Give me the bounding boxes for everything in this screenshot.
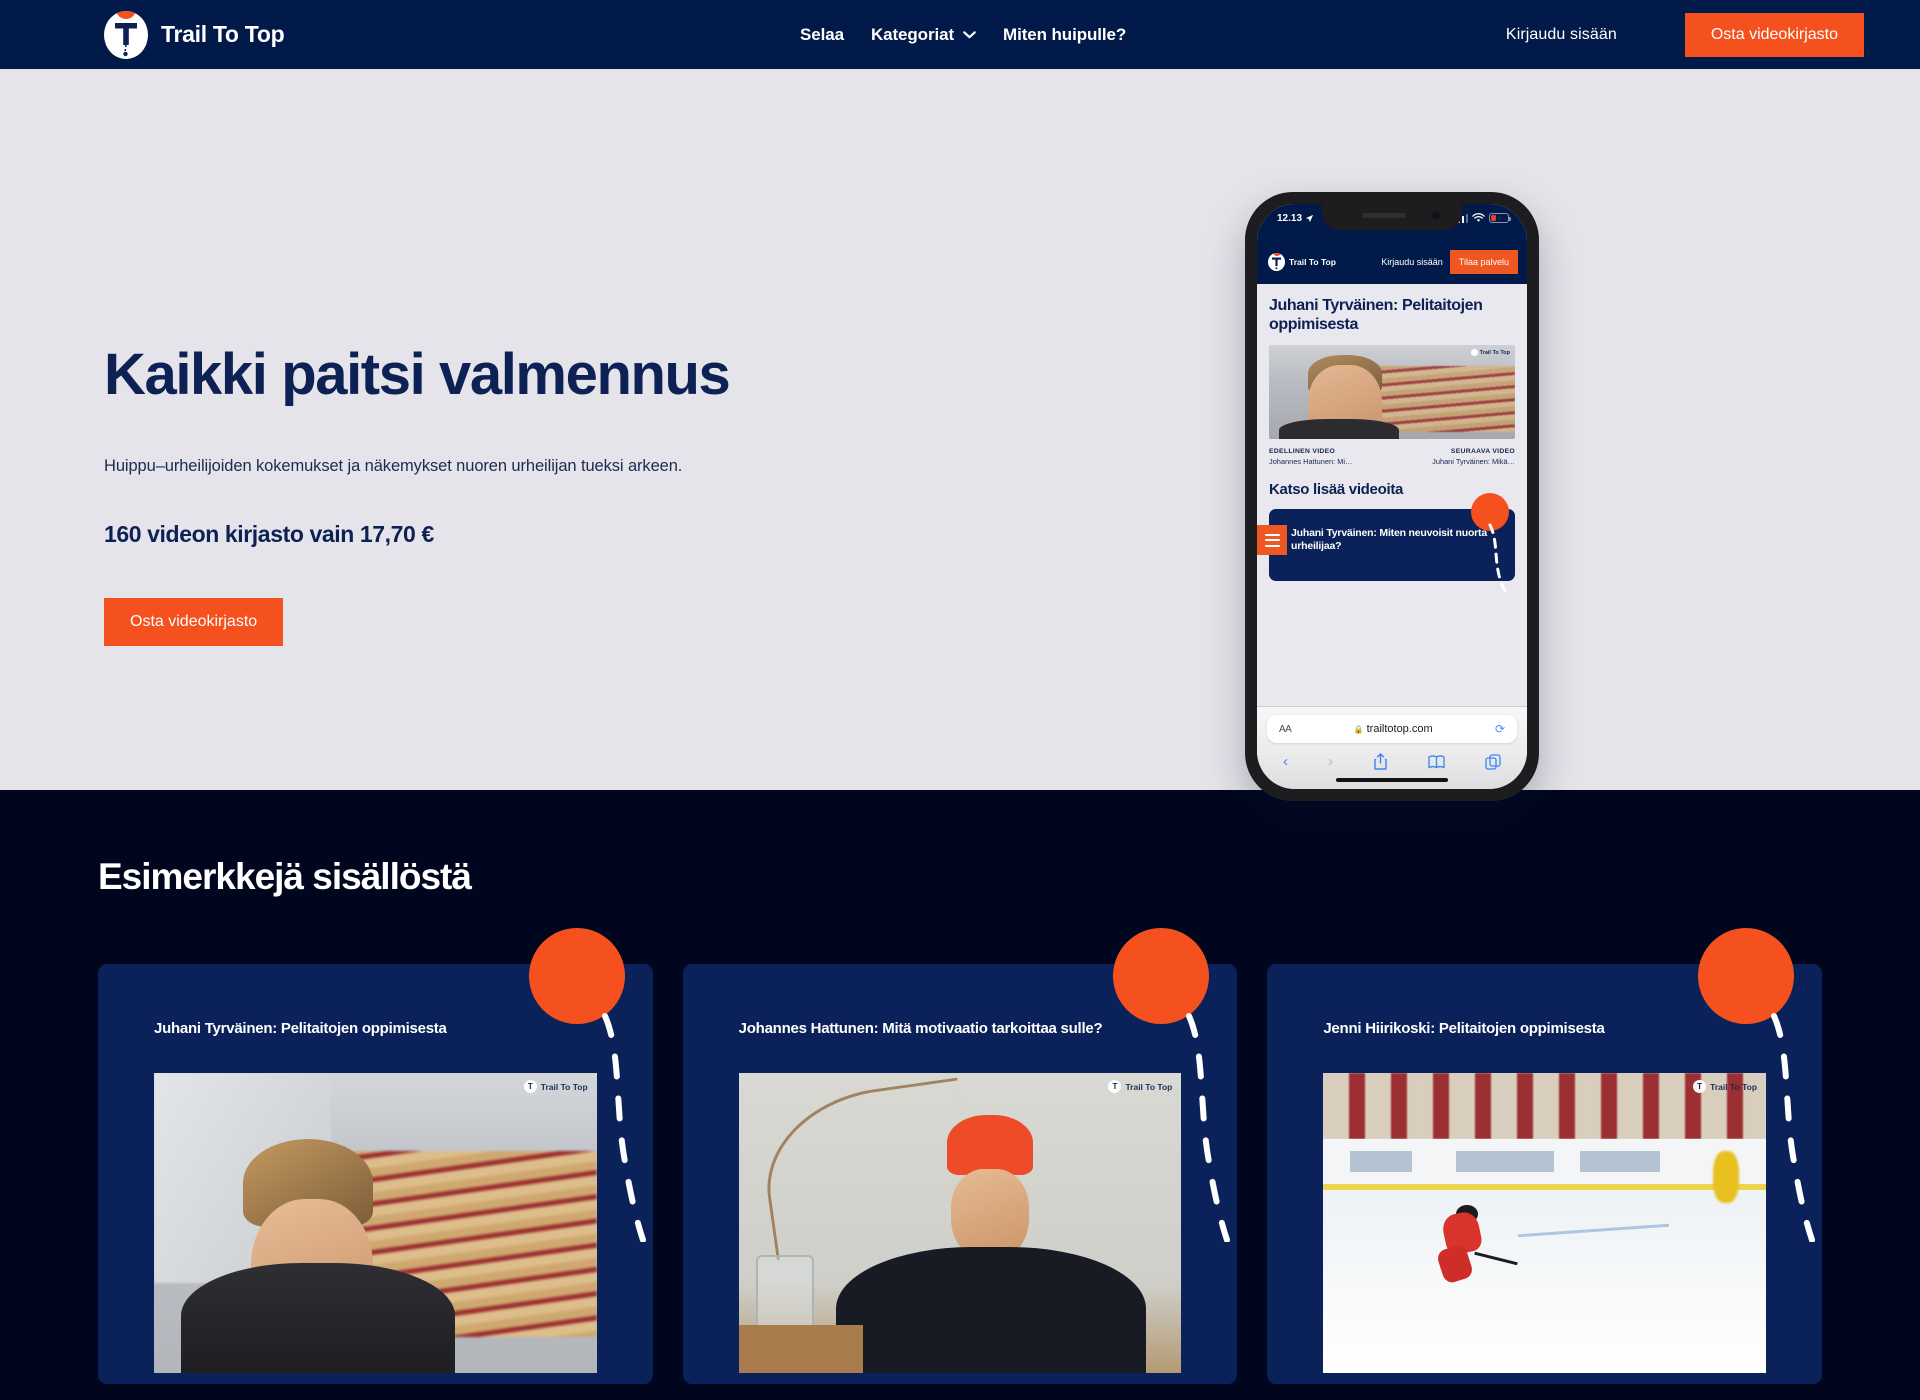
nav-item-label: Kategoriat [870, 24, 955, 44]
examples-section: Esimerkkejä sisällöstä Juhani Tyrväinen:… [0, 790, 1920, 1400]
phone-video-thumbnail[interactable]: Trail To Top [1269, 345, 1515, 440]
hero-price-line: 160 videon kirjasto vain 17,70 € [104, 520, 434, 547]
trail-to-top-logo-icon [1268, 253, 1285, 271]
url-text-group: 🔒 trailtotop.com [1291, 723, 1495, 735]
phone-screen: 12.13 Trail To Top Kirjaudu sisään Tilaa… [1257, 204, 1527, 789]
watermark-label: Trail To Top [1125, 1081, 1173, 1092]
dashed-trail-decoration [1186, 1013, 1231, 1242]
example-card-title: Johannes Hattunen: Mitä motivaatio tarko… [738, 1020, 1103, 1037]
hero-cta-wrap: Osta videokirjasto [104, 597, 864, 646]
battery-low-icon [1489, 213, 1511, 223]
header-actions: Kirjaudu sisään Osta videokirjasto [1506, 12, 1864, 57]
status-time: 12.13 [1277, 213, 1303, 224]
watermark-label: Trail To Top [1479, 349, 1510, 356]
back-button[interactable]: ‹ [1283, 754, 1288, 769]
example-card[interactable]: Jenni Hiirikoski: Pelitaitojen oppimises… [1267, 928, 1823, 1384]
hero-title: Kaikki paitsi valmennus [104, 342, 731, 407]
phone-brand-name: Trail To Top [1289, 257, 1336, 267]
next-video-link[interactable]: SEURAAVA VIDEO Juhani Tyrväinen: Mikä… [1397, 448, 1515, 466]
watermark-label: Trail To Top [540, 1081, 588, 1092]
location-arrow-icon [1305, 214, 1314, 223]
book-icon[interactable] [1428, 754, 1445, 769]
front-camera-icon [1431, 211, 1440, 220]
example-card-title: Jenni Hiirikoski: Pelitaitojen oppimises… [1323, 1020, 1605, 1037]
example-card-thumbnail[interactable]: T Trail To Top [1323, 1073, 1767, 1373]
example-card-title: Juhani Tyrväinen: Pelitaitojen oppimises… [154, 1020, 447, 1037]
previous-video-kicker: EDELLINEN VIDEO [1269, 448, 1336, 456]
hamburger-menu-icon[interactable] [1257, 525, 1287, 556]
watermark: Trail To Top [1470, 349, 1510, 357]
status-time-group: 12.13 [1277, 213, 1314, 224]
phone-subscribe-button[interactable]: Tilaa palvelu [1449, 249, 1518, 275]
wifi-icon [1472, 213, 1485, 222]
home-indicator [1336, 778, 1448, 782]
hero-subtitle: Huippu–urheilijoiden kokemukset ja näkem… [104, 456, 683, 475]
phone-frame: 12.13 Trail To Top Kirjaudu sisään Tilaa… [1245, 192, 1539, 801]
nav-item-label: Miten huipulle? [1003, 24, 1127, 44]
example-card[interactable]: Johannes Hattunen: Mitä motivaatio tarko… [682, 928, 1238, 1384]
phone-notch [1322, 204, 1462, 230]
text-size-button[interactable]: AA [1279, 724, 1292, 735]
phone-video-card[interactable]: Juhani Tyrväinen: Miten neuvoisit nuorta… [1257, 493, 1515, 594]
forward-button[interactable]: › [1328, 754, 1333, 769]
main-navigation: Selaa Kategoriat Miten huipulle? [800, 25, 1126, 45]
dashed-trail-decoration [1771, 1013, 1816, 1242]
phone-page-title: Juhani Tyrväinen: Pelitaitojen oppimises… [1269, 297, 1483, 334]
phone-login-link[interactable]: Kirjaudu sisään [1381, 257, 1443, 267]
address-bar[interactable]: AA 🔒 trailtotop.com ⟳ [1267, 715, 1517, 743]
hero-buy-button[interactable]: Osta videokirjasto [104, 597, 284, 646]
previous-video-title: Johannes Hattunen: Mi… [1269, 457, 1353, 467]
examples-title: Esimerkkejä sisällöstä [98, 856, 472, 897]
nav-item-selaa[interactable]: Selaa [800, 25, 844, 45]
buy-video-library-button[interactable]: Osta videokirjasto [1684, 12, 1864, 57]
brand-logo-link[interactable]: Trail To Top [104, 10, 285, 59]
lock-icon: 🔒 [1353, 724, 1364, 734]
example-card[interactable]: Juhani Tyrväinen: Pelitaitojen oppimises… [98, 928, 653, 1384]
hero-copy: Kaikki paitsi valmennus Huippu–urheilijo… [104, 342, 864, 646]
phone-navbar: Trail To Top Kirjaudu sisään Tilaa palve… [1257, 240, 1527, 284]
phone-video-pagination: EDELLINEN VIDEO Johannes Hattunen: Mi… S… [1269, 448, 1515, 466]
phone-brand-logo[interactable]: Trail To Top [1268, 253, 1336, 271]
example-card-thumbnail[interactable]: T Trail To Top [154, 1073, 597, 1373]
share-icon[interactable] [1373, 753, 1388, 770]
next-video-kicker: SEURAAVA VIDEO [1450, 448, 1515, 456]
chevron-down-icon [963, 30, 976, 38]
watermark-label: Trail To Top [1710, 1081, 1758, 1092]
orange-circle-decoration [1113, 928, 1210, 1024]
example-cards-grid: Juhani Tyrväinen: Pelitaitojen oppimises… [98, 928, 1823, 1384]
logo-t-glyph [115, 22, 137, 56]
dashed-trail-decoration [601, 1013, 646, 1242]
dashed-trail-decoration [1488, 523, 1508, 594]
phone-card-title: Juhani Tyrväinen: Miten neuvoisit nuorta… [1291, 527, 1487, 553]
watermark: T Trail To Top [1108, 1080, 1172, 1093]
brand-name: Trail To Top [161, 21, 285, 47]
nav-item-label: Selaa [800, 24, 844, 44]
phone-mockup: 12.13 Trail To Top Kirjaudu sisään Tilaa… [1245, 192, 1539, 801]
earpiece-speaker-icon [1362, 213, 1406, 218]
orange-circle-decoration [528, 928, 625, 1024]
nav-item-miten-huipulle[interactable]: Miten huipulle? [1003, 25, 1126, 45]
safari-toolbar: ‹ › [1267, 743, 1517, 776]
next-video-title: Juhani Tyrväinen: Mikä… [1432, 457, 1515, 467]
trail-to-top-logo-icon [104, 10, 148, 59]
watermark: T Trail To Top [1693, 1080, 1757, 1093]
reload-icon[interactable]: ⟳ [1495, 722, 1505, 736]
login-link[interactable]: Kirjaudu sisään [1506, 26, 1617, 44]
orange-circle-decoration [1698, 928, 1795, 1024]
hero-section: Kaikki paitsi valmennus Huippu–urheilijo… [0, 69, 1920, 801]
example-card-thumbnail[interactable]: T Trail To Top [738, 1073, 1182, 1373]
nav-item-kategoriat[interactable]: Kategoriat [871, 25, 976, 45]
previous-video-link[interactable]: EDELLINEN VIDEO Johannes Hattunen: Mi… [1269, 448, 1387, 466]
tabs-icon[interactable] [1485, 753, 1501, 770]
watermark: T Trail To Top [523, 1080, 588, 1093]
url-text: trailtotop.com [1366, 723, 1433, 735]
site-header: Trail To Top Selaa Kategoriat Miten huip… [0, 0, 1920, 69]
safari-browser-chrome: AA 🔒 trailtotop.com ⟳ ‹ › [1257, 706, 1527, 789]
